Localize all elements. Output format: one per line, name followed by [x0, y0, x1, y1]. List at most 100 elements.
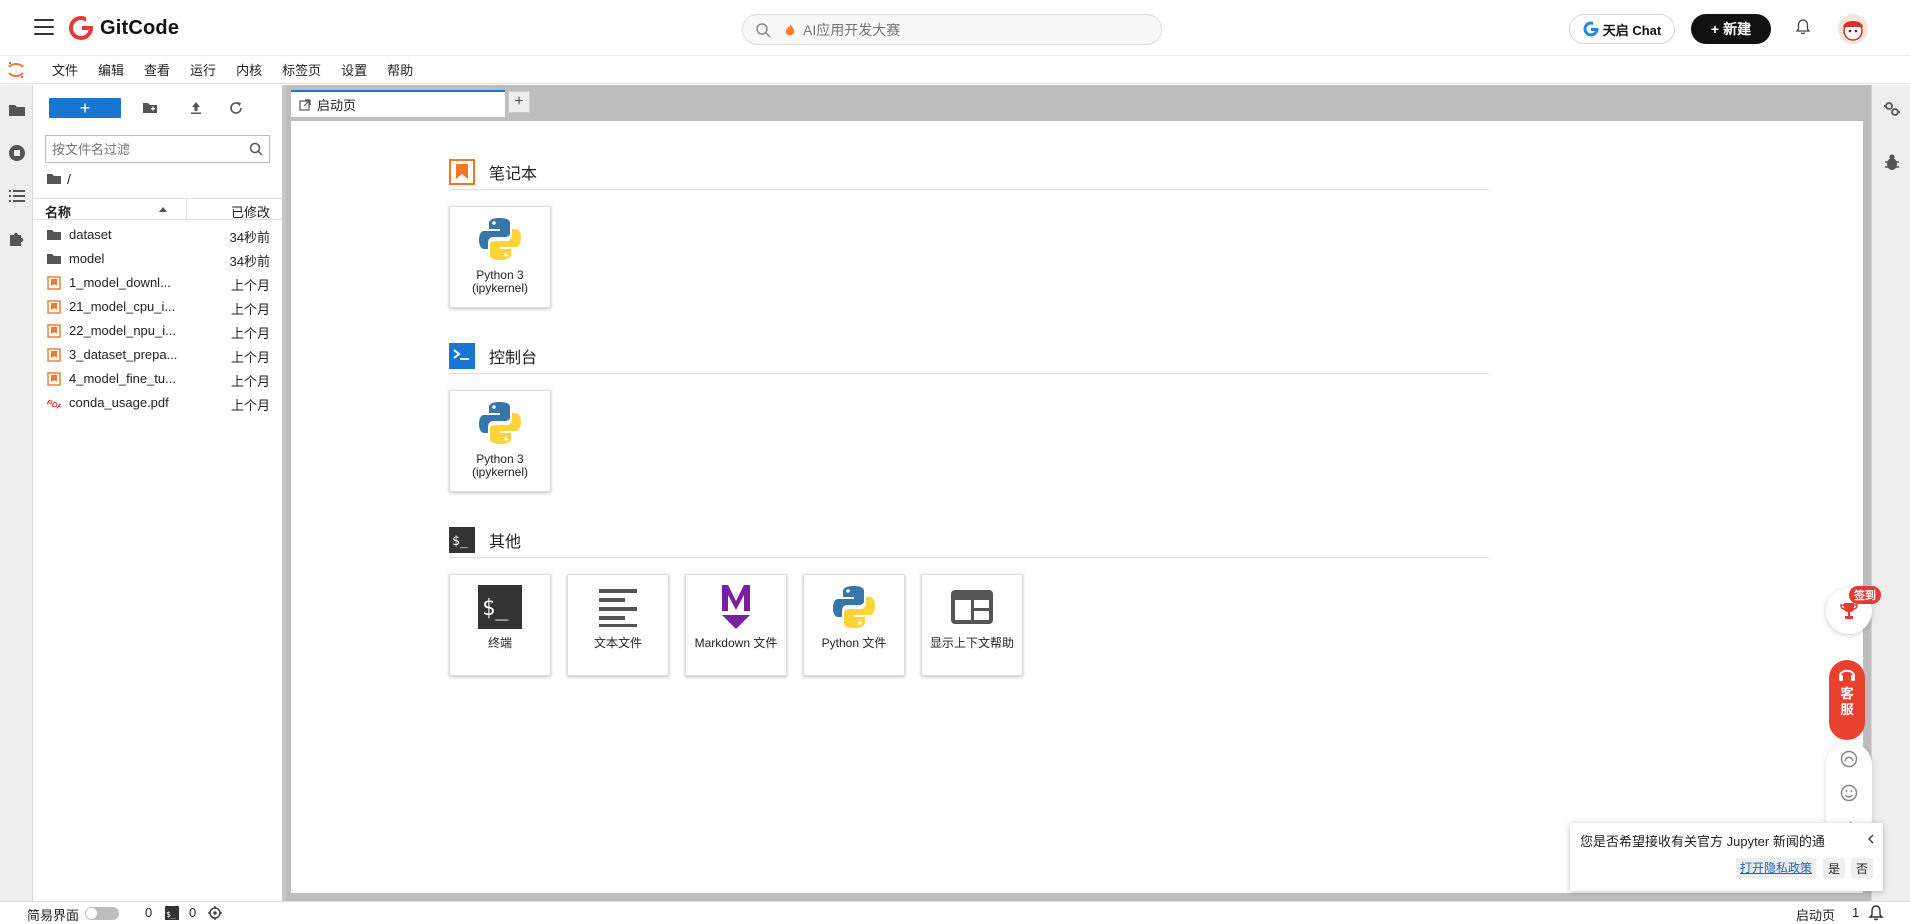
- extension-manager-tab[interactable]: [6, 228, 27, 249]
- feedback-icon[interactable]: [1840, 750, 1858, 768]
- debugger-bug-icon[interactable]: [1883, 154, 1901, 172]
- gitcode-logo[interactable]: GitCode: [68, 14, 179, 42]
- table-of-contents-tab[interactable]: [6, 185, 27, 206]
- launcher-card-python-file[interactable]: Python 文件: [803, 574, 905, 676]
- launch-icon: [299, 98, 311, 111]
- launcher-card-python3-console[interactable]: Python 3 (ipykernel): [449, 390, 551, 492]
- privacy-policy-link[interactable]: 打开隐私政策: [1736, 858, 1817, 878]
- menu-run[interactable]: 运行: [180, 57, 226, 84]
- list-item[interactable]: 3_dataset_prepa... 上个月: [33, 343, 282, 367]
- launcher-card-context-help[interactable]: 显示上下文帮助: [921, 574, 1023, 676]
- card-label: 显示上下文帮助: [929, 636, 1014, 650]
- smiley-icon[interactable]: [1840, 784, 1858, 802]
- section-header: 控制台: [449, 342, 1489, 374]
- launcher-card-terminal[interactable]: $_ 终端: [449, 574, 551, 676]
- file-name: 4_model_fine_tu...: [69, 371, 176, 386]
- list-item[interactable]: model 34秒前: [33, 247, 282, 271]
- simple-mode-toggle[interactable]: [85, 907, 119, 920]
- launcher-card-text-file[interactable]: 文本文件: [567, 574, 669, 676]
- tab-launcher[interactable]: 启动页: [291, 90, 505, 117]
- list-item[interactable]: dataset 34秒前: [33, 223, 282, 247]
- notification-bell-icon[interactable]: [1868, 905, 1884, 921]
- global-search[interactable]: [742, 14, 1162, 45]
- launcher-section-notebook: 笔记本 Python 3 (ipykernel): [449, 158, 1489, 308]
- running-sessions-tab[interactable]: [6, 142, 27, 163]
- active-tab-name: 启动页: [1796, 908, 1836, 923]
- add-tab-button[interactable]: +: [508, 91, 530, 113]
- tianqi-chat-button[interactable]: 天启 Chat: [1569, 14, 1675, 44]
- menu-kernel[interactable]: 内核: [226, 57, 272, 84]
- news-notification-toast: 您是否希望接收有关官方 Jupyter 新闻的通 打开隐私政策 是 否: [1570, 823, 1883, 891]
- section-header: 笔记本: [449, 158, 1489, 190]
- kernels-count[interactable]: 0: [145, 905, 152, 920]
- notebook-icon: [47, 324, 61, 338]
- list-item[interactable]: 4_model_fine_tu... 上个月: [33, 367, 282, 391]
- hamburger-menu-icon[interactable]: [34, 19, 54, 37]
- card-label: Python 3 (ipykernel): [471, 452, 528, 479]
- new-folder-icon[interactable]: [142, 100, 158, 116]
- folder-icon: [47, 230, 61, 240]
- no-button[interactable]: 否: [1851, 858, 1873, 878]
- stop-circle-icon: [8, 144, 25, 161]
- launcher-section-console: 控制台 Python 3 (ipykernel): [449, 342, 1489, 492]
- column-modified-header[interactable]: 已修改: [231, 202, 270, 221]
- file-modified: 上个月: [230, 398, 270, 413]
- card-label: Python 3 (ipykernel): [471, 268, 528, 295]
- breadcrumb-path[interactable]: /: [67, 171, 71, 187]
- section-title: 控制台: [489, 349, 538, 367]
- property-inspector-icon[interactable]: [1883, 100, 1901, 118]
- list-item[interactable]: 1_model_downl... 上个月: [33, 271, 282, 295]
- menu-tabs[interactable]: 标签页: [272, 57, 331, 84]
- list-item[interactable]: 22_model_npu_i... 上个月: [33, 319, 282, 343]
- menu-settings[interactable]: 设置: [331, 57, 377, 84]
- launcher-card-markdown-file[interactable]: Markdown 文件: [685, 574, 787, 676]
- file-modified: 上个月: [230, 374, 270, 389]
- list-item[interactable]: 21_model_cpu_i... 上个月: [33, 295, 282, 319]
- gitcode-logo-icon: [69, 15, 94, 40]
- file-browser-tab[interactable]: [6, 99, 27, 120]
- file-name: dataset: [69, 227, 112, 242]
- new-launcher-button[interactable]: +: [49, 98, 121, 118]
- menu-view[interactable]: 查看: [134, 57, 180, 84]
- file-filter[interactable]: [45, 135, 270, 163]
- user-avatar[interactable]: [1838, 14, 1868, 44]
- new-button-label: 新建: [1723, 21, 1752, 37]
- launcher-card-python3-notebook[interactable]: Python 3 (ipykernel): [449, 206, 551, 308]
- sign-in-badge[interactable]: 签到: [1849, 586, 1881, 604]
- file-filter-input[interactable]: [52, 141, 249, 157]
- terminals-count[interactable]: 0: [189, 905, 196, 920]
- menu-file[interactable]: 文件: [42, 57, 88, 84]
- file-name: 22_model_npu_i...: [69, 323, 176, 338]
- pdf-icon: PDF: [47, 398, 61, 410]
- main-dock-area: 启动页 + 笔记本 Python 3 (ipykernel) 控制台 Pytho…: [286, 85, 1871, 901]
- section-title: 笔记本: [489, 165, 538, 183]
- file-modified: 上个月: [230, 350, 270, 365]
- settings-gear-icon[interactable]: [208, 906, 222, 920]
- column-separator[interactable]: [186, 199, 187, 220]
- right-activity-bar: [1871, 85, 1910, 901]
- simple-mode-label: 简易界面: [27, 908, 80, 923]
- customer-service-button[interactable]: 客服: [1829, 660, 1865, 740]
- new-button[interactable]: + 新建: [1691, 14, 1771, 44]
- jupyter-logo-icon: [8, 62, 24, 78]
- search-icon: [756, 22, 771, 38]
- breadcrumb[interactable]: /: [47, 170, 71, 188]
- file-name: 1_model_downl...: [69, 275, 171, 290]
- search-input[interactable]: [803, 21, 1103, 38]
- list-item[interactable]: PDF conda_usage.pdf 上个月: [33, 391, 282, 415]
- refresh-icon[interactable]: [228, 100, 244, 116]
- chat-button-label: 天启 Chat: [1602, 22, 1662, 38]
- puzzle-icon: [9, 232, 23, 246]
- column-name-header[interactable]: 名称: [45, 202, 71, 221]
- notification-bell-icon[interactable]: [1794, 18, 1812, 36]
- customer-service-label: 客服: [1840, 686, 1854, 717]
- file-modified: 上个月: [230, 302, 270, 317]
- menu-help[interactable]: 帮助: [377, 57, 423, 84]
- terminal-icon: $_: [165, 906, 179, 920]
- menu-edit[interactable]: 编辑: [88, 57, 134, 84]
- notification-count[interactable]: 1: [1852, 905, 1859, 920]
- svg-text:$_: $_: [452, 534, 468, 549]
- yes-button[interactable]: 是: [1823, 858, 1845, 878]
- upload-icon[interactable]: [188, 100, 204, 116]
- chevron-left-icon[interactable]: [1865, 833, 1877, 845]
